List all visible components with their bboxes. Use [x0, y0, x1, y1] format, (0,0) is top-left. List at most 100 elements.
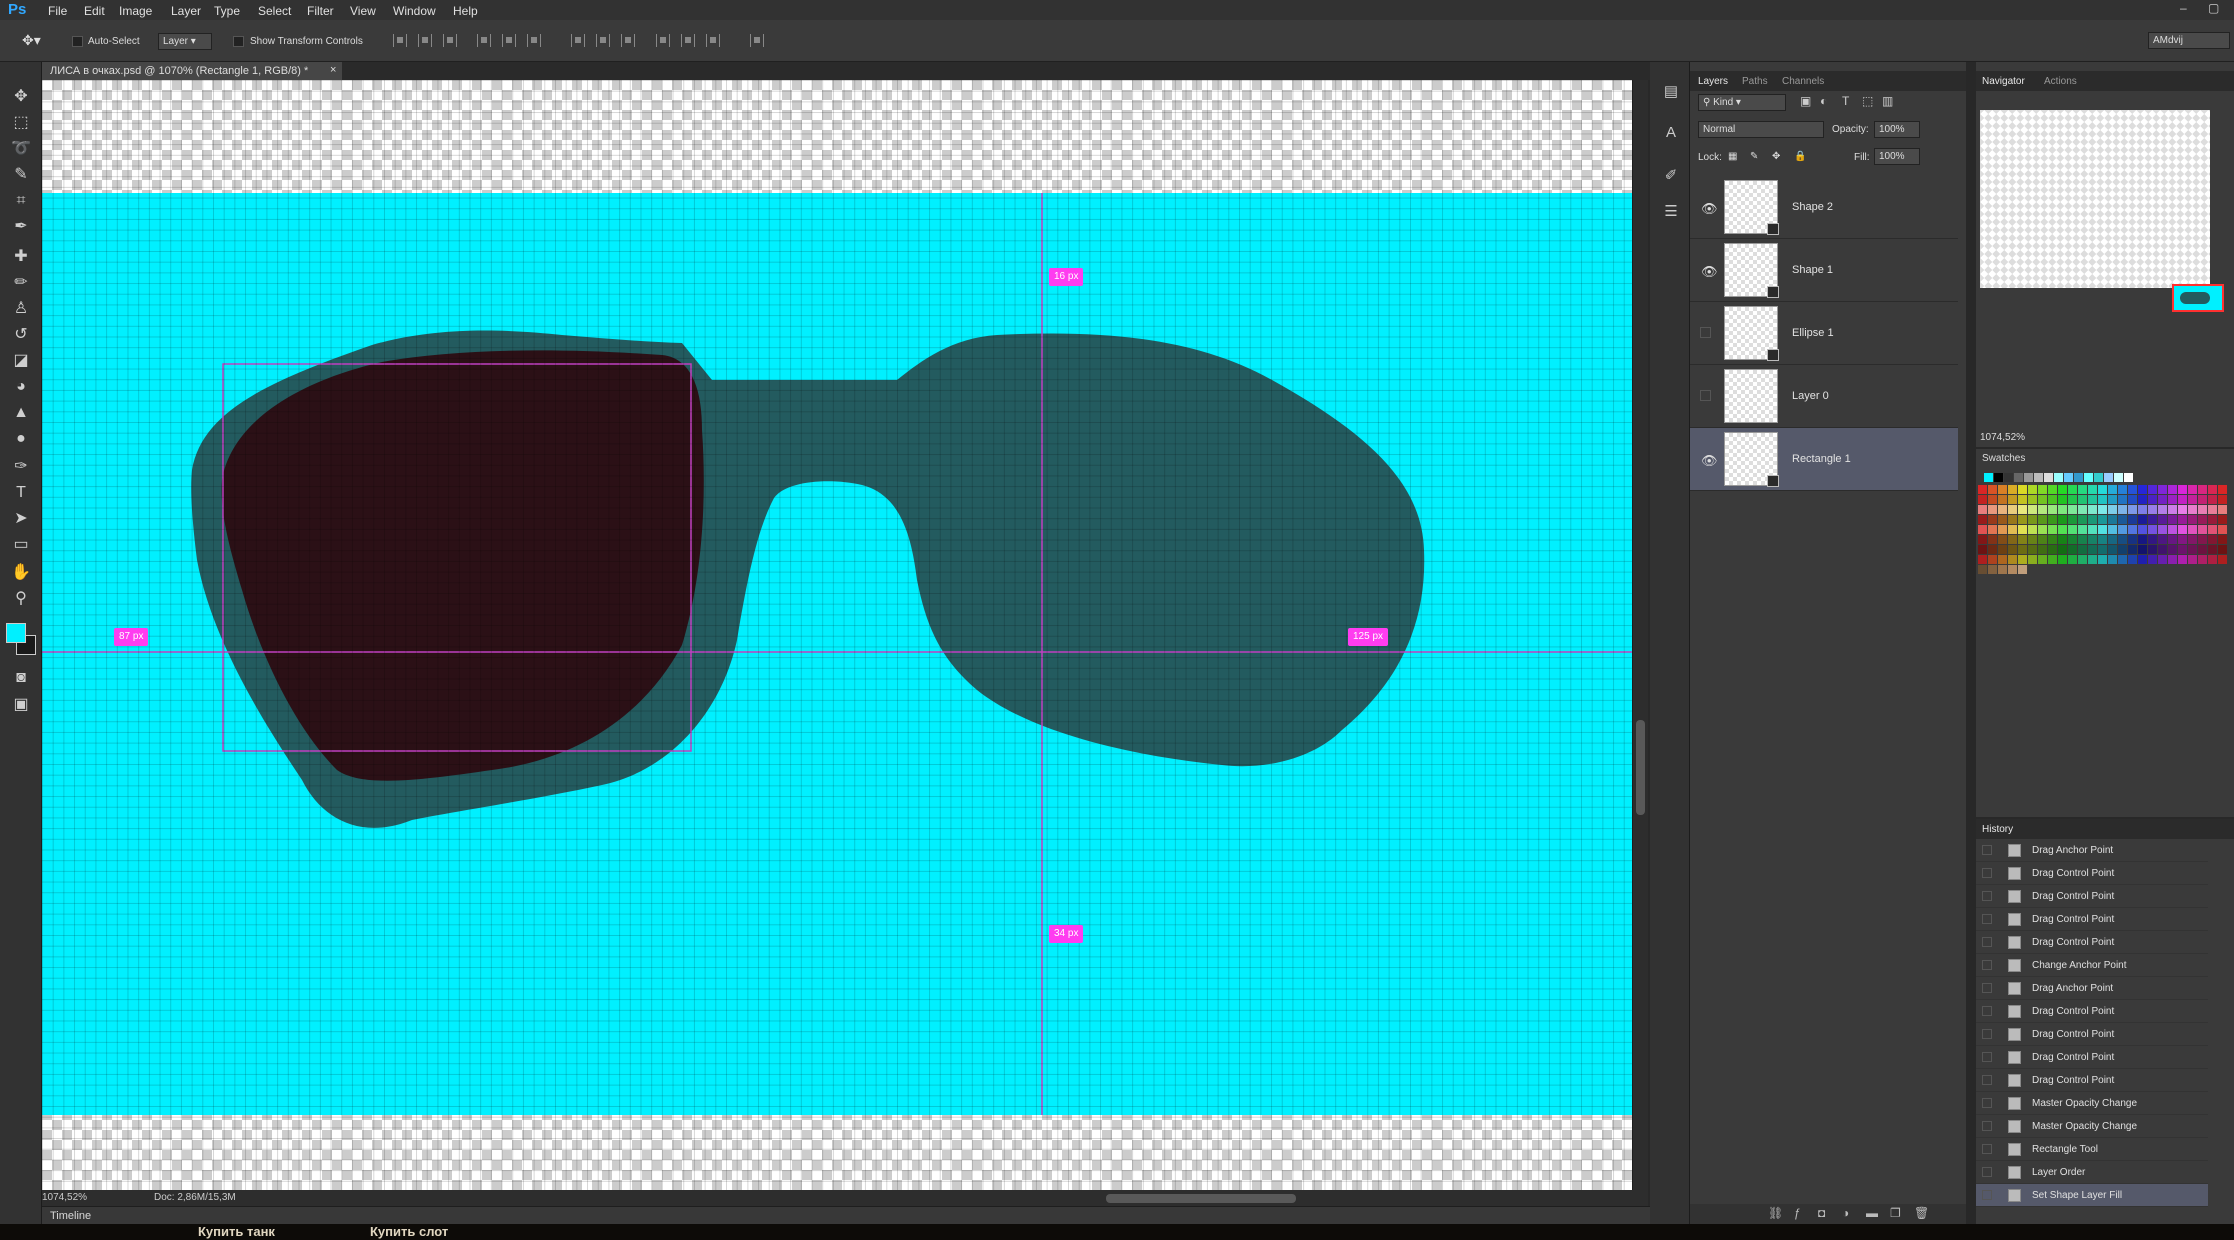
blur-tool-icon[interactable]: ▲ [10, 402, 32, 424]
color-swatch[interactable] [2158, 545, 2167, 554]
color-swatch[interactable] [2088, 555, 2097, 564]
path-selection-tool-icon[interactable]: ➤ [10, 508, 32, 530]
color-swatch[interactable] [2208, 495, 2217, 504]
color-swatch[interactable] [1978, 505, 1987, 514]
history-item[interactable]: Drag Anchor Point [1976, 839, 2208, 862]
color-swatch[interactable] [2008, 515, 2017, 524]
color-swatch[interactable] [2098, 525, 2107, 534]
color-swatch[interactable] [2018, 525, 2027, 534]
color-swatch[interactable] [1998, 535, 2007, 544]
color-swatch[interactable] [2048, 485, 2057, 494]
color-swatch[interactable] [2048, 505, 2057, 514]
new-layer-icon[interactable]: ❐ [1890, 1206, 1901, 1220]
color-swatch[interactable] [2088, 535, 2097, 544]
menu-image[interactable]: Image [119, 4, 152, 18]
color-swatch[interactable] [2078, 525, 2087, 534]
history-item[interactable]: Drag Control Point [1976, 1069, 2208, 1092]
opacity-field[interactable]: 100% [1874, 121, 1920, 138]
color-swatch[interactable] [2218, 545, 2227, 554]
auto-align-icon[interactable] [750, 34, 764, 47]
color-swatch[interactable] [2128, 545, 2137, 554]
color-swatch[interactable] [2188, 495, 2197, 504]
navigator-preview[interactable] [1980, 110, 2224, 312]
auto-select-target-dropdown[interactable]: Layer ▾ [158, 33, 212, 50]
timeline-panel-tab[interactable]: Timeline [42, 1206, 1652, 1224]
history-snapshot-toggle[interactable] [1982, 937, 1992, 947]
color-swatch[interactable] [2048, 555, 2057, 564]
color-swatch[interactable] [1998, 505, 2007, 514]
color-swatch[interactable] [1978, 565, 1987, 574]
color-swatch[interactable] [2048, 495, 2057, 504]
distribute-hcenter-icon[interactable] [681, 34, 695, 47]
color-swatch[interactable] [2168, 515, 2177, 524]
history-item[interactable]: Drag Anchor Point [1976, 977, 2208, 1000]
color-swatch[interactable] [2118, 535, 2127, 544]
quick-mask-icon[interactable]: ◙ [10, 667, 32, 689]
history-brush-tool-icon[interactable]: ↺ [10, 324, 32, 346]
color-swatch[interactable] [2008, 485, 2017, 494]
canvas[interactable]: 16 px 87 px 125 px 34 px [42, 80, 1632, 1190]
horizontal-scrollbar[interactable] [42, 1190, 1648, 1206]
color-swatch[interactable] [2108, 515, 2117, 524]
navigator-zoom-value[interactable]: 1074,52% [1980, 432, 2025, 443]
color-swatch[interactable] [1994, 473, 2003, 482]
vertical-scrollbar[interactable] [1632, 80, 1648, 1190]
layer-style-icon[interactable]: ƒ [1794, 1206, 1801, 1220]
color-swatch[interactable] [2008, 505, 2017, 514]
color-swatch[interactable] [2084, 473, 2093, 482]
color-swatch[interactable] [2218, 555, 2227, 564]
color-swatch[interactable] [2108, 485, 2117, 494]
color-swatch[interactable] [2208, 555, 2217, 564]
navigator-view-box[interactable] [2172, 284, 2224, 312]
color-swatch[interactable] [2118, 555, 2127, 564]
color-swatch[interactable] [2128, 535, 2137, 544]
status-zoom[interactable]: 1074,52% [42, 1192, 87, 1203]
color-swatch[interactable] [2054, 473, 2063, 482]
history-snapshot-toggle[interactable] [1982, 1052, 1992, 1062]
color-swatch[interactable] [2198, 505, 2207, 514]
color-swatch[interactable] [2068, 545, 2077, 554]
history-item[interactable]: Drag Control Point [1976, 1046, 2208, 1069]
color-swatch[interactable] [2044, 473, 2053, 482]
color-swatch[interactable] [2008, 565, 2017, 574]
color-swatch[interactable] [1998, 545, 2007, 554]
maximize-button[interactable]: ▢ [2208, 1, 2219, 15]
color-swatch[interactable] [2038, 515, 2047, 524]
color-swatch[interactable] [2004, 473, 2013, 482]
layer-filter-dropdown[interactable]: ⚲ Kind ▾ [1698, 94, 1786, 111]
color-swatch[interactable] [2148, 485, 2157, 494]
color-swatch[interactable] [2028, 545, 2037, 554]
layer-row-shape-2[interactable]: 👁 Shape 2 [1690, 176, 1958, 239]
color-swatch[interactable] [2158, 555, 2167, 564]
color-swatch[interactable] [2188, 535, 2197, 544]
color-swatch[interactable] [2098, 495, 2107, 504]
color-swatch[interactable] [2138, 555, 2147, 564]
color-swatch[interactable] [2098, 505, 2107, 514]
color-swatch[interactable] [2038, 525, 2047, 534]
color-swatch[interactable] [2038, 555, 2047, 564]
filter-type-icon[interactable]: T [1842, 94, 1849, 108]
color-swatch[interactable] [2018, 505, 2027, 514]
color-swatch[interactable] [2108, 535, 2117, 544]
brush-tool-icon[interactable]: ✏ [10, 272, 32, 294]
history-snapshot-toggle[interactable] [1982, 868, 1992, 878]
color-swatch[interactable] [2128, 525, 2137, 534]
color-swatch[interactable] [1978, 485, 1987, 494]
color-swatch[interactable] [2098, 545, 2107, 554]
color-swatch[interactable] [2068, 525, 2077, 534]
color-swatch[interactable] [2028, 535, 2037, 544]
hand-tool-icon[interactable]: ✋ [10, 562, 32, 584]
color-swatch[interactable] [2018, 565, 2027, 574]
color-swatch[interactable] [2168, 555, 2177, 564]
color-swatch[interactable] [2108, 495, 2117, 504]
color-swatch[interactable] [1988, 555, 1997, 564]
color-swatch[interactable] [2148, 515, 2157, 524]
add-mask-icon[interactable]: ◘ [1818, 1206, 1825, 1220]
quick-select-tool-icon[interactable]: ✎ [10, 164, 32, 186]
color-swatch[interactable] [2018, 485, 2027, 494]
color-swatch[interactable] [2208, 485, 2217, 494]
visibility-eye-icon[interactable]: 👁 [1701, 264, 1718, 280]
color-swatch[interactable] [2024, 473, 2033, 482]
color-swatch[interactable] [1988, 535, 1997, 544]
layer-name[interactable]: Ellipse 1 [1792, 327, 1834, 339]
